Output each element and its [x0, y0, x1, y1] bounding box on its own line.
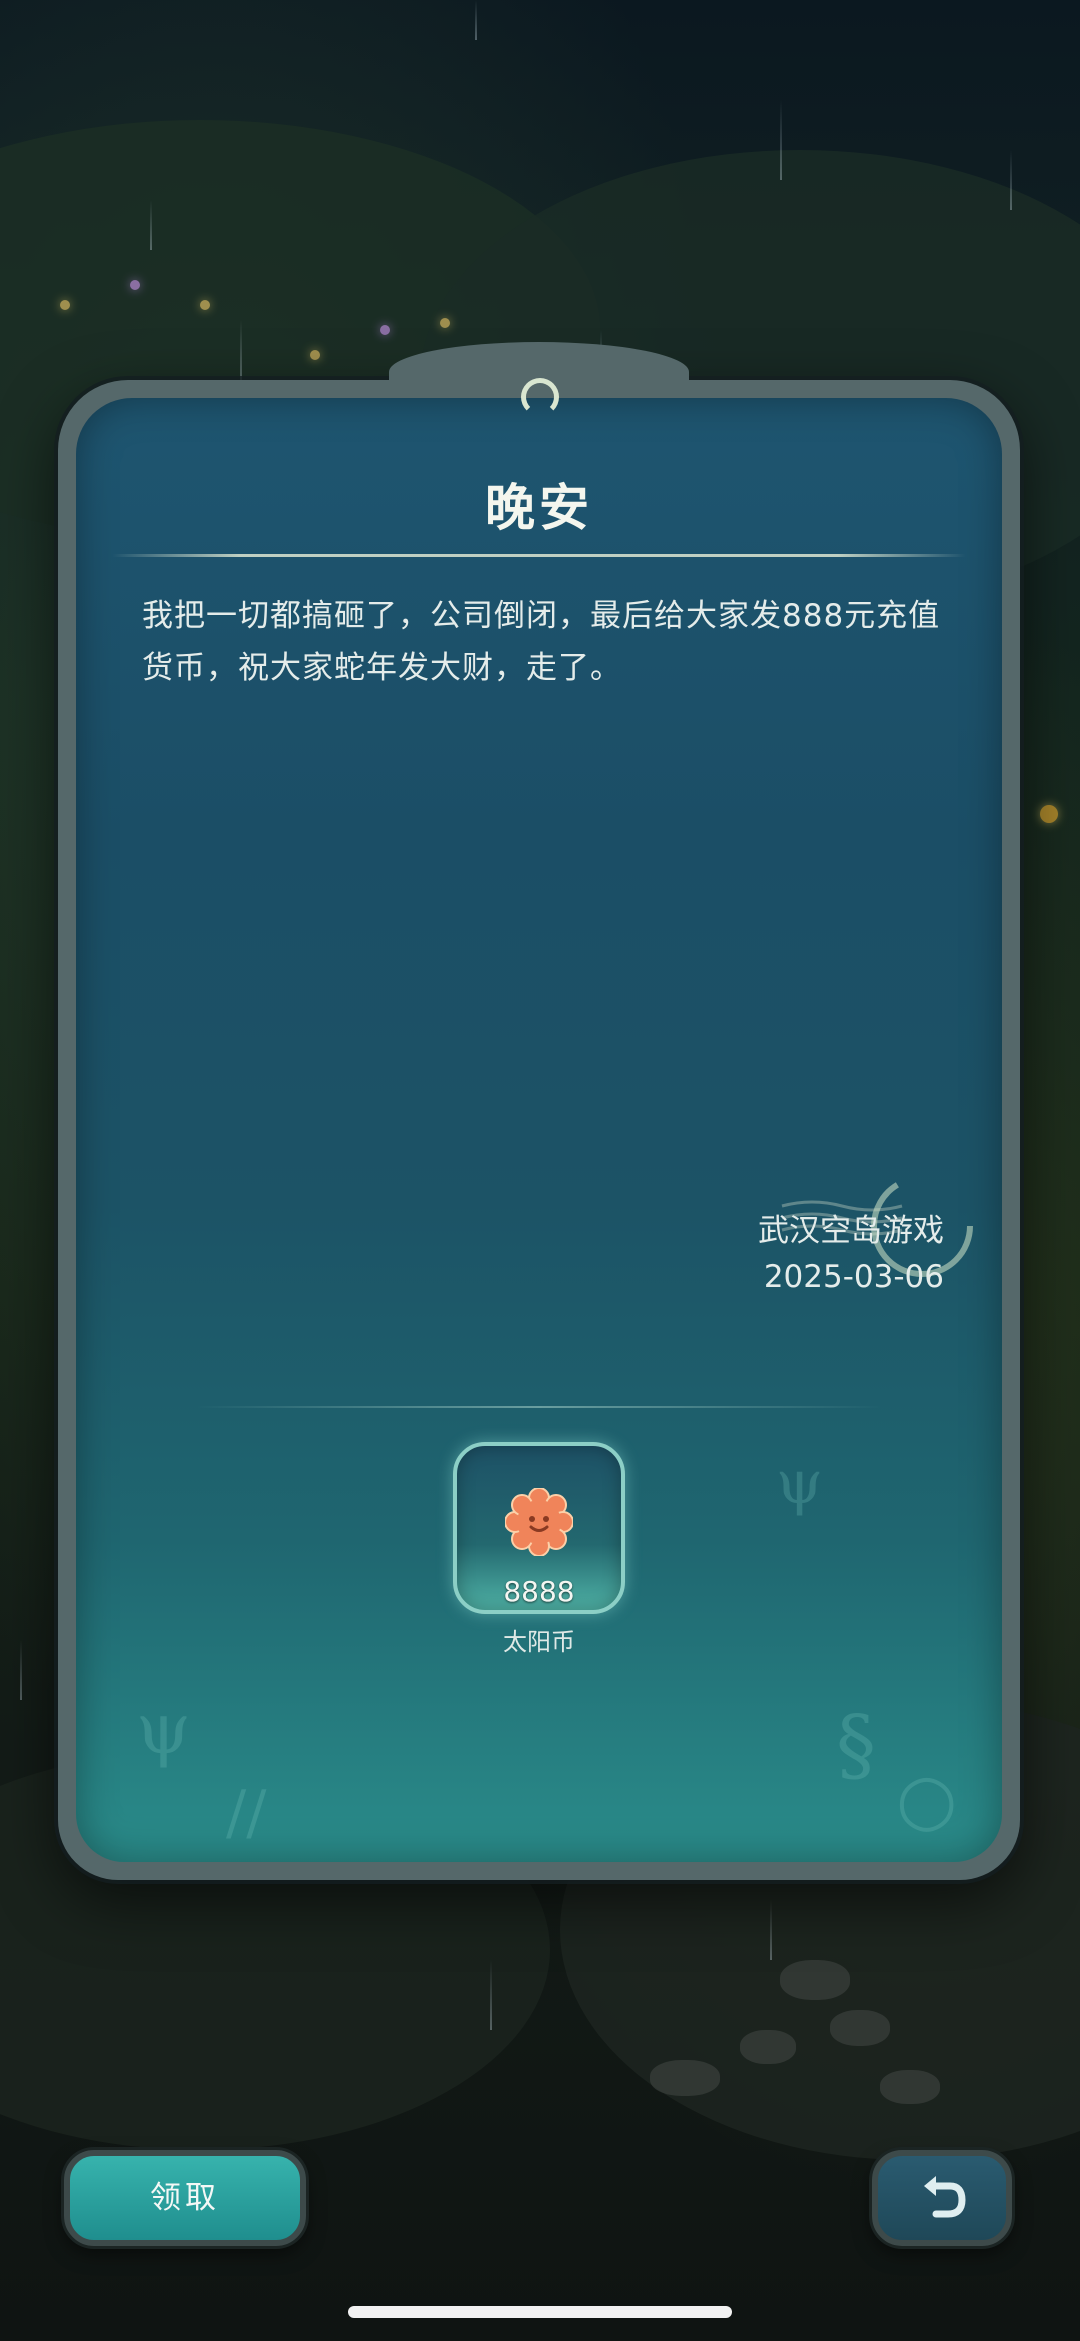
- firefly: [440, 318, 450, 328]
- return-arrow-icon: [924, 2176, 966, 2218]
- letter-signature: 武汉空岛游戏 2025-03-06: [758, 1208, 944, 1300]
- raindrop: [20, 1640, 22, 1700]
- reward-name: 太阳币: [503, 1628, 575, 1656]
- sender-name: 武汉空岛游戏: [758, 1213, 944, 1249]
- home-indicator[interactable]: [348, 2306, 732, 2318]
- raindrop: [780, 100, 782, 180]
- sun-coin-icon: [505, 1488, 573, 1556]
- path-stone: [780, 1960, 850, 2000]
- back-button[interactable]: [872, 2150, 1012, 2246]
- raindrop: [1010, 150, 1012, 210]
- decorative-rune: §: [836, 1698, 876, 1791]
- firefly: [60, 300, 70, 310]
- raindrop: [150, 200, 152, 250]
- decorative-rune: //: [226, 1778, 267, 1848]
- path-stone: [650, 2060, 720, 2096]
- firefly: [200, 300, 210, 310]
- raindrop: [240, 320, 242, 380]
- firefly: [310, 350, 320, 360]
- title-divider: [112, 554, 966, 557]
- letter-title: 晚安: [485, 479, 593, 537]
- reward-count: 8888: [503, 1575, 575, 1608]
- letter-date: 2025-03-06: [763, 1259, 944, 1295]
- decorative-rune: ψ: [776, 1448, 824, 1518]
- claim-button[interactable]: 领取: [64, 2150, 306, 2246]
- decorative-rune: ○: [896, 1758, 958, 1840]
- path-stone: [740, 2030, 796, 2064]
- firefly: [130, 280, 140, 290]
- letter-body: 我把一切都搞砸了，公司倒闭，最后给大家发888元充值货币，祝大家蛇年发大财，走了…: [142, 598, 941, 686]
- raindrop: [490, 1960, 492, 2030]
- reward-divider: [196, 1406, 882, 1408]
- mail-letter-panel: ψ // § ○ ψ 晚安 我把一切都搞砸了，公司倒闭，最后给大家发888元充值…: [58, 342, 1020, 1880]
- firefly: [1040, 805, 1058, 823]
- game-scene: ψ // § ○ ψ 晚安 我把一切都搞砸了，公司倒闭，最后给大家发888元充值…: [0, 0, 1080, 2341]
- crescent-moon-icon: [521, 378, 559, 416]
- firefly: [380, 325, 390, 335]
- path-stone: [880, 2070, 940, 2104]
- raindrop: [475, 0, 477, 40]
- path-stone: [830, 2010, 890, 2046]
- letter-paper: ψ // § ○ ψ 晚安 我把一切都搞砸了，公司倒闭，最后给大家发888元充值…: [76, 398, 1002, 1862]
- reward-item-slot[interactable]: 8888: [453, 1442, 625, 1614]
- raindrop: [770, 1900, 772, 1960]
- decorative-rune: ψ: [136, 1688, 191, 1770]
